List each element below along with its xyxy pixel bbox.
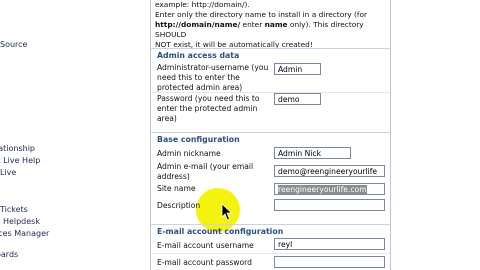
email-password-field[interactable] xyxy=(274,256,385,268)
admin-username-field[interactable]: Admin xyxy=(274,63,321,75)
intro-line-3: http://domain/name/ enter name only). Th… xyxy=(155,20,390,40)
sidebar-item-live[interactable]: Live xyxy=(0,168,16,177)
site-name-field[interactable]: reengineeryourlife.com xyxy=(274,183,385,195)
base-config-heading: Base configuration xyxy=(157,135,240,144)
sidebar-item-source[interactable]: Source xyxy=(0,40,27,49)
content-border-left xyxy=(150,0,151,270)
row-divider xyxy=(150,92,390,93)
description-field[interactable] xyxy=(274,199,385,211)
admin-password-label: Password (you need this to enter the pro… xyxy=(157,94,260,123)
admin-password-value: demo xyxy=(278,95,300,104)
intro-line-2: Enter only the directory name to install… xyxy=(155,10,368,19)
admin-email-label: Admin e-mail (your email address) xyxy=(157,162,254,181)
description-label: Description xyxy=(157,201,201,210)
email-username-field[interactable]: reyl xyxy=(274,238,385,250)
sidebar-item-helpdesk[interactable]: c Helpdesk xyxy=(0,217,40,226)
admin-password-field[interactable]: demo xyxy=(274,93,321,105)
intro-text: example: http://domain/). Enter only the… xyxy=(155,0,390,50)
intro-line-1: example: http://domain/). xyxy=(155,0,250,9)
admin-nickname-value: Admin Nick xyxy=(278,149,321,158)
content-border-right xyxy=(390,0,391,270)
admin-email-field[interactable]: demo@reengineeryourlife xyxy=(274,165,385,177)
intro-name-example: name xyxy=(264,20,288,29)
email-username-label: E-mail account username xyxy=(157,241,254,250)
email-username-value: reyl xyxy=(278,240,293,249)
sidebar: Source lationship k Live Help Live Ticke… xyxy=(0,0,100,270)
sidebar-item-live-help[interactable]: k Live Help xyxy=(0,156,40,165)
sidebar-item-tickets[interactable]: Tickets xyxy=(0,205,28,214)
site-name-value: reengineeryourlife.com xyxy=(278,185,367,194)
email-config-heading: E-mail account configuration xyxy=(157,227,284,236)
section-divider xyxy=(150,132,390,133)
admin-access-heading: Admin access data xyxy=(157,51,240,60)
sidebar-item-relationship[interactable]: lationship xyxy=(0,144,35,153)
intro-enter-text: enter xyxy=(240,20,265,29)
section-divider xyxy=(150,224,390,225)
admin-nickname-field[interactable]: Admin Nick xyxy=(274,147,351,159)
row-divider xyxy=(150,253,390,254)
admin-username-label: Administrator-username (you need this to… xyxy=(157,63,269,92)
admin-email-value: demo@reengineeryourlife xyxy=(278,167,378,176)
admin-nickname-label: Admin nickname xyxy=(157,149,221,158)
sidebar-item-boards[interactable]: oards xyxy=(0,250,18,259)
sidebar-item-services-manager[interactable]: ices Manager xyxy=(0,229,49,238)
mouse-pointer-icon xyxy=(221,203,233,221)
intro-path-example: http://domain/name/ xyxy=(155,20,241,29)
section-divider xyxy=(150,48,390,49)
admin-username-value: Admin xyxy=(278,65,303,74)
email-password-label: E-mail account password xyxy=(157,258,252,267)
